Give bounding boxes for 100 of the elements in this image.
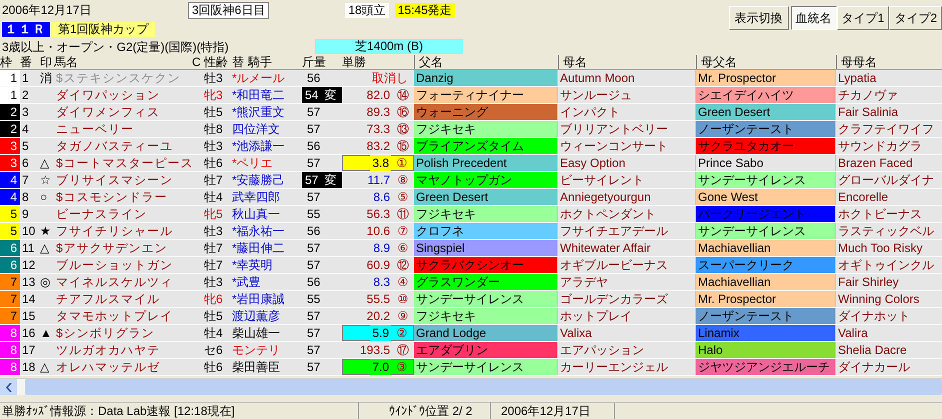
horse-name: オレハマッテルゼ [55, 359, 161, 375]
odds-value: 56.3 [366, 206, 391, 222]
popularity-rank: ⑬ [396, 121, 410, 137]
pedigree-cell: ジヤツジアンジエルーチ [696, 359, 836, 375]
pedigree-cell: パークリージエント [696, 206, 836, 222]
view-tab[interactable]: タイプ1 [836, 6, 890, 30]
pedigree-cell-text: ホクトビーナス [837, 206, 923, 222]
horse-name: フサイチリシャール [55, 223, 174, 239]
column-header: 母名 [558, 55, 696, 69]
weight-value: 57 [305, 172, 318, 188]
column-header: 騎手 [248, 55, 273, 69]
weight-value: 55 [306, 291, 320, 307]
horse-number: 13 [21, 274, 36, 290]
display-toggle-button[interactable]: 表示切換 [728, 6, 789, 30]
pedigree-cell: Machiavellian [696, 240, 836, 256]
horse-name: タマモホットプレイ [55, 308, 174, 324]
horse-name: マイネルスケルツィ [55, 274, 174, 290]
pedigree-cell: サンデーサイレンス [696, 172, 836, 188]
jockey-name: *和田竜二 [232, 87, 286, 103]
popularity-rank: ⑨ [396, 308, 410, 324]
horse-number: 15 [21, 308, 36, 324]
pedigree-cell: シエイデイハイツ [696, 87, 836, 103]
popularity-rank: ⑯ [396, 104, 410, 120]
popularity-rank: ④ [396, 274, 410, 290]
jockey-name: *藤田伸二 [232, 240, 286, 256]
popularity-rank: ③ [396, 359, 408, 375]
jockey-name: *岩田康誠 [232, 291, 286, 307]
horse-number: 5 [21, 138, 30, 154]
sex-age: 牡3 [204, 223, 224, 239]
horse-number: 9 [21, 206, 30, 222]
column-header: 単勝 [342, 55, 367, 69]
prediction-mark: ☆ [40, 172, 51, 188]
weight-value: 57 [306, 325, 320, 341]
odds-value: 10.6 [366, 223, 391, 239]
horse-name: $ステキシンスケクン [55, 70, 182, 86]
weight-value: 54 [305, 87, 318, 103]
prediction-mark: ★ [40, 223, 51, 239]
pedigree-cell: フジキセキ [414, 308, 558, 324]
scroll-left-button[interactable] [0, 379, 17, 395]
horse-number: 10 [21, 223, 36, 239]
popularity-rank: ⑤ [396, 189, 410, 205]
popularity-rank: ⑥ [396, 240, 410, 256]
frame-number: 4 [0, 172, 20, 188]
pedigree-cell: Green Desert [696, 104, 836, 120]
pedigree-cell-text: Brazen Faced [837, 155, 914, 171]
post-time-label: 15:45発走 [394, 2, 455, 18]
pedigree-cell-text: Fair Shirley [837, 274, 900, 290]
popularity-rank: ⑫ [396, 257, 410, 273]
jockey-name: *池添謙一 [232, 138, 286, 154]
jockey-name: *福永祐一 [232, 223, 286, 239]
weight-value: 57 [306, 359, 320, 375]
status-source: 単勝ｵｯｽﾞ情報源：Data Lab速報 [12:18現在] [2, 403, 236, 419]
chevron-left-icon [6, 382, 12, 392]
column-header: 印 [40, 55, 53, 69]
odds-value: 82.0 [366, 87, 391, 103]
pedigree-cell-text: Much Too Risky [837, 240, 924, 256]
odds-value: 8.6 [372, 189, 391, 205]
horse-number: 7 [21, 172, 30, 188]
odds-value: 89.3 [366, 104, 391, 120]
pedigree-cell: サクラユタカオー [696, 138, 836, 154]
pedigree-cell-text: Fair Salinia [837, 104, 900, 120]
pedigree-cell: Green Desert [414, 189, 558, 205]
frame-number: 7 [0, 308, 20, 324]
horse-name: ツルガオカハヤテ [55, 342, 161, 358]
jockey-name: 柴田善臣 [232, 359, 281, 375]
pedigree-cell-text: Winning Colors [837, 291, 920, 307]
horse-number: 12 [21, 257, 36, 273]
pedigree-cell: Mr. Prospector [696, 70, 836, 86]
pedigree-cell-text: クラフテイワイフ [837, 121, 935, 137]
frame-number: 5 [0, 223, 20, 239]
weight-value: 57 [306, 257, 320, 273]
pedigree-cell-text: Shelia Dacre [837, 342, 908, 358]
odds-value: 取消し [371, 70, 409, 86]
pedigree-cell: Gone West [696, 189, 836, 205]
weight-value: 57 [306, 121, 320, 137]
frame-number: 8 [0, 325, 20, 341]
view-tab[interactable]: タイプ2 [889, 6, 942, 30]
pedigree-cell: Singspiel [414, 240, 558, 256]
change-mark: 変 [324, 87, 336, 103]
change-mark: 変 [324, 172, 336, 188]
horse-name: ダイワパッション [55, 87, 161, 103]
frame-number: 2 [0, 104, 20, 120]
horse-name: $アサクサデンエン [55, 240, 169, 256]
column-header: 母母名 [836, 55, 942, 69]
race-name-label: 第1回阪神カップ [52, 22, 155, 36]
view-tab[interactable]: 血統名 [790, 6, 837, 30]
pedigree-cell: フジキセキ [414, 206, 558, 222]
horse-number: 17 [21, 342, 36, 358]
jockey-name: *武豊 [232, 274, 262, 290]
pedigree-cell-text: チカノヴァ [837, 87, 899, 103]
pedigree-cell: サンデーサイレンス [414, 291, 558, 307]
pedigree-cell-text: ラスティックベル [837, 223, 935, 239]
prediction-mark: ○ [40, 189, 48, 205]
weight-value: 57 [306, 240, 320, 256]
status-date: 2006年12月17日 [490, 402, 610, 419]
horse-name: ニューベリー [55, 121, 135, 137]
prediction-mark: 消 [40, 70, 52, 86]
horse-name: ビーナスライン [55, 206, 148, 222]
weight-value: 57 [306, 155, 320, 171]
odds-value: 83.2 [366, 138, 391, 154]
